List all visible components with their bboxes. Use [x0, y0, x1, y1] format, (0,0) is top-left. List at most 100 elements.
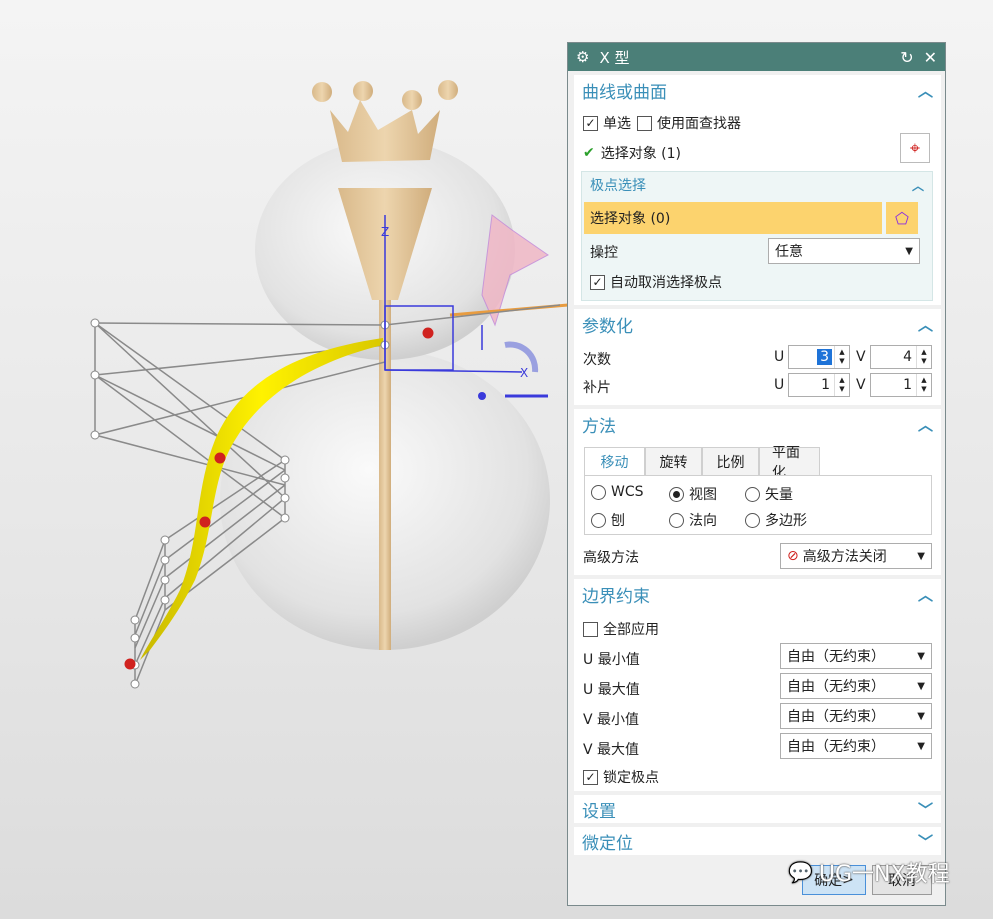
select-object-label: 选择对象 (1): [600, 146, 682, 162]
section-title: 方法: [582, 416, 616, 437]
v-min-dropdown[interactable]: 自由（无约束） ▼: [780, 703, 932, 729]
chevron-down-icon: ﹀: [917, 800, 933, 819]
spinner-arrows-icon[interactable]: ▲ ▼: [916, 374, 931, 396]
chevron-up-icon: ︿: [917, 585, 933, 604]
watermark-text: UG一NX教程: [818, 862, 950, 887]
crosshair-icon[interactable]: ⌖: [900, 133, 930, 163]
face-finder-label: 使用面查找器: [657, 116, 741, 132]
radio-wcs[interactable]: WCS: [591, 484, 644, 500]
lock-poles-label: 锁定极点: [603, 770, 659, 786]
advanced-method-dropdown[interactable]: ⊘ 高级方法关闭 ▼: [780, 543, 932, 569]
degree-v-spinner[interactable]: 4 ▲ ▼: [870, 345, 932, 369]
radio-circle[interactable]: [745, 486, 760, 502]
patch-u-spinner[interactable]: 1 ▲ ▼: [788, 373, 850, 397]
move-tab-panel: WCS 视图 矢量 刨 法向 多边形: [584, 475, 932, 535]
radio-circle[interactable]: [669, 512, 684, 528]
radio-circle[interactable]: [669, 486, 684, 502]
radio-normal[interactable]: 法向: [669, 510, 717, 530]
section-method: 方法 ︿ 移动 旋转 比例 平面化 WCS 视图 矢量 刨 法向 多边形 高级方…: [574, 409, 941, 575]
section-header-parametrization[interactable]: 参数化 ︿: [574, 309, 941, 339]
v-max-dropdown[interactable]: 自由（无约束） ▼: [780, 733, 932, 759]
tab-move[interactable]: 移动: [584, 447, 645, 476]
close-icon[interactable]: ✕: [924, 48, 937, 67]
tab-planarize[interactable]: 平面化: [759, 445, 820, 481]
pole-select-title: 极点选择: [590, 178, 646, 194]
patch-v-spinner[interactable]: 1 ▲ ▼: [870, 373, 932, 397]
section-header-method[interactable]: 方法 ︿: [574, 409, 941, 439]
manip-dropdown[interactable]: 任意 ▼: [768, 238, 920, 264]
pole-select-header[interactable]: 极点选择 ︿: [582, 172, 932, 198]
x-form-dialog: ⚙ X 型 ↻ ✕ 曲线或曲面 ︿ ✓ 单选 使用面查找器 ✔ 选择对象 (1)…: [567, 42, 946, 906]
chevron-down-icon: ▼: [905, 245, 913, 257]
u-max-dropdown[interactable]: 自由（无约束） ▼: [780, 673, 932, 699]
degree-u-value: 3: [817, 349, 832, 365]
gear-icon[interactable]: ⚙: [576, 48, 589, 66]
section-header-boundary[interactable]: 边界约束 ︿: [574, 579, 941, 609]
dialog-titlebar: ⚙ X 型 ↻ ✕: [568, 43, 945, 71]
v-max-label: V 最大值: [583, 742, 640, 758]
checkmark-icon: ✔: [583, 145, 595, 161]
u-max-value: 自由（无约束）: [787, 679, 885, 695]
dialog-title: X 型: [599, 48, 630, 67]
degree-u-spinner[interactable]: 3 ▲ ▼: [788, 345, 850, 369]
single-select-checkbox[interactable]: ✓: [583, 115, 598, 131]
radio-view[interactable]: 视图: [669, 484, 717, 504]
pole-select-icon[interactable]: ⬠: [886, 202, 918, 234]
chevron-up-icon: ︿: [911, 178, 924, 193]
v-min-label: V 最小值: [583, 712, 640, 728]
face-finder-checkbox[interactable]: [637, 115, 652, 131]
degree-label: 次数: [583, 352, 611, 368]
section-title: 参数化: [582, 316, 633, 337]
radio-vector[interactable]: 矢量: [745, 484, 793, 504]
pole-select-object-row[interactable]: 选择对象 (0): [584, 202, 882, 234]
chevron-down-icon: ﹀: [917, 832, 933, 851]
v-max-value: 自由（无约束）: [787, 739, 885, 755]
auto-deselect-checkbox[interactable]: ✓: [590, 274, 605, 290]
reset-icon[interactable]: ↻: [900, 48, 913, 67]
radio-circle[interactable]: [591, 484, 606, 500]
method-tabs: 移动 旋转 比例 平面化: [584, 445, 820, 481]
section-title: 微定位: [582, 833, 633, 854]
section-header-settings[interactable]: 设置 ﹀: [574, 795, 941, 823]
degree-v-value: 4: [903, 349, 912, 365]
chevron-down-icon: ▼: [917, 550, 925, 562]
v-min-value: 自由（无约束）: [787, 709, 885, 725]
radio-label: WCS: [611, 484, 644, 500]
advanced-method-value: 高级方法关闭: [802, 549, 887, 565]
spinner-arrows-icon[interactable]: ▲ ▼: [834, 346, 849, 368]
graphics-viewport[interactable]: Z X: [0, 0, 570, 919]
chevron-up-icon: ︿: [917, 415, 933, 434]
section-header-micro-position[interactable]: 微定位 ﹀: [574, 827, 941, 855]
pole-select-object-label: 选择对象 (0): [590, 211, 671, 227]
lock-poles-checkbox[interactable]: ✓: [583, 769, 598, 785]
radio-circle[interactable]: [591, 512, 606, 528]
spinner-arrows-icon[interactable]: ▲ ▼: [916, 346, 931, 368]
section-title: 设置: [582, 801, 616, 822]
tab-scale[interactable]: 比例: [702, 447, 759, 476]
section-title: 曲线或曲面: [582, 82, 667, 103]
radio-polygon[interactable]: 多边形: [745, 510, 807, 530]
section-curve-surface: 曲线或曲面 ︿ ✓ 单选 使用面查找器 ✔ 选择对象 (1) ⌖ 极点选择 ︿ …: [574, 75, 941, 305]
chevron-up-icon: ︿: [917, 81, 933, 100]
degree-v-label: V: [856, 349, 866, 365]
viewport-canvas: Z X: [90, 80, 569, 689]
patch-label: 补片: [583, 380, 611, 396]
tab-rotate[interactable]: 旋转: [645, 447, 702, 476]
radio-label: 法向: [689, 513, 717, 529]
u-min-value: 自由（无约束）: [787, 649, 885, 665]
chevron-down-icon: ▼: [917, 740, 925, 752]
radio-circle[interactable]: [745, 512, 760, 528]
spinner-arrows-icon[interactable]: ▲ ▼: [834, 374, 849, 396]
apply-all-checkbox[interactable]: [583, 621, 598, 637]
axis-z-label: Z: [381, 225, 389, 239]
radio-label: 视图: [689, 487, 717, 503]
advanced-method-label: 高级方法: [583, 550, 639, 566]
section-settings: 设置 ﹀: [574, 795, 941, 823]
section-header-curve-surface[interactable]: 曲线或曲面 ︿: [574, 75, 941, 105]
auto-deselect-label: 自动取消选择极点: [610, 275, 722, 291]
patch-v-value: 1: [903, 377, 912, 393]
u-min-dropdown[interactable]: 自由（无约束） ▼: [780, 643, 932, 669]
radio-plane[interactable]: 刨: [591, 510, 625, 530]
chevron-down-icon: ▼: [917, 710, 925, 722]
radio-label: 多边形: [765, 513, 807, 529]
